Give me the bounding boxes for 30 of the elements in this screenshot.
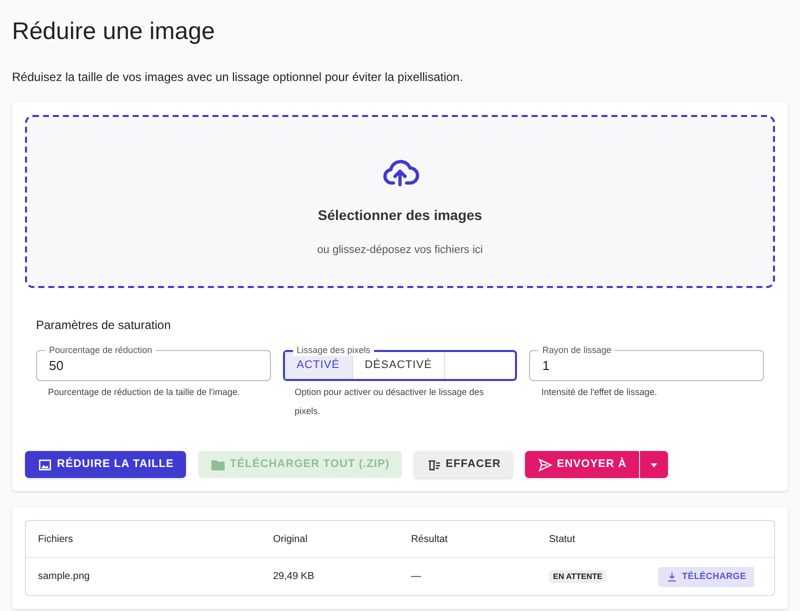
field-help: Option pour activer ou désactiver le lissage des pixels. bbox=[294, 386, 485, 418]
field-label: Lissage des pixels bbox=[292, 344, 374, 356]
column-header: Fichiers bbox=[37, 532, 74, 546]
action-button[interactable]: EFFACER bbox=[414, 451, 513, 478]
field-label: Rayon de lissage bbox=[538, 344, 616, 356]
send-button[interactable]: ENVOYER À bbox=[524, 451, 639, 478]
column-header: Résultat bbox=[410, 532, 449, 546]
image-icon bbox=[37, 456, 53, 472]
status-badge: EN ATTENTE bbox=[549, 570, 606, 583]
dropzone-hint: ou glissez-déposez vos fichiers ici bbox=[317, 242, 483, 258]
download-icon bbox=[666, 570, 678, 582]
field-help: Intensité de l'effet de lissage. bbox=[540, 386, 658, 399]
column-header: Statut bbox=[548, 532, 576, 546]
caret-icon bbox=[650, 460, 658, 468]
field-label: Pourcentage de réduction bbox=[45, 344, 156, 356]
dropzone-title: Sélectionner des images bbox=[318, 206, 482, 225]
action-button[interactable]: RÉDUIRE LA TAILLE bbox=[25, 451, 186, 478]
page-title: Réduire une image bbox=[12, 17, 216, 47]
table-cell-text: sample.png bbox=[37, 570, 91, 584]
dropdown-button[interactable] bbox=[640, 451, 668, 478]
page-subtitle: Réduisez la taille de vos images avec un lissage optionnel pour éviter la pixellisation. bbox=[12, 69, 464, 86]
dropzone[interactable]: Sélectionner des images ou glissez-déposez vos fichiers ici bbox=[25, 115, 775, 288]
column-header: Original bbox=[272, 532, 308, 546]
send-icon bbox=[536, 456, 553, 472]
table-cell-text: 29,49 KB bbox=[272, 570, 316, 584]
field-help: Pourcentage de réduction de la taille de l'image. bbox=[47, 386, 241, 399]
table-cell-text: — bbox=[410, 570, 422, 584]
settings-title: Paramètres de saturation bbox=[36, 317, 172, 334]
field-value: 1 bbox=[542, 356, 550, 375]
field-value: 50 bbox=[49, 356, 64, 375]
